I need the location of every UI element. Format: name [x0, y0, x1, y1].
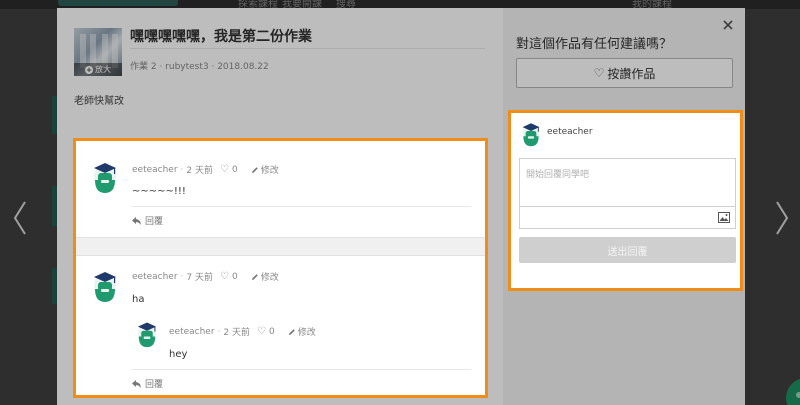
- reply-arrow-icon: [132, 216, 141, 225]
- work-description: 老師快幫改: [74, 96, 124, 107]
- comment-item: eeteacher · 2 天前 ♡ 0 修改 ~~~~~!!! 回覆: [76, 141, 485, 237]
- header-divider: [130, 48, 485, 49]
- like-heart-icon[interactable]: ♡: [257, 326, 266, 337]
- zoom-plus-icon: +: [85, 65, 93, 74]
- work-meta: 作業 2 · rubytest3 · 2018.08.22: [130, 62, 269, 72]
- reply-arrow-icon: [132, 379, 141, 388]
- close-icon[interactable]: [721, 17, 735, 31]
- comments-section: eeteacher · 2 天前 ♡ 0 修改 ~~~~~!!! 回覆 eete…: [73, 138, 488, 398]
- work-modal: + 放大 嘿嘿嘿嘿嘿，我是第二份作業 作業 2 · rubytest3 · 20…: [57, 8, 745, 405]
- comment-author: eeteacher: [132, 164, 178, 175]
- comment-time: 2 天前: [223, 328, 251, 338]
- work-title: 嘿嘿嘿嘿嘿，我是第二份作業: [130, 29, 312, 45]
- heart-outline-icon: ♡: [593, 66, 605, 80]
- suggestion-pane: 對這個作品有任何建議嗎？ ♡ 按讚作品 eeteacher 開始回覆同學吧 送出…: [503, 8, 745, 405]
- like-work-button[interactable]: ♡ 按讚作品: [516, 58, 733, 88]
- like-work-label: 按讚作品: [607, 66, 656, 81]
- comment-item: eeteacher · 7 天前 ♡ 0 修改 ha eeteacher · 2…: [76, 256, 485, 395]
- edit-label: 修改: [260, 166, 279, 176]
- comment-meta: eeteacher · 2 天前 ♡ 0 修改: [132, 163, 279, 176]
- comment-like-count: 0: [231, 164, 238, 175]
- next-arrow-icon[interactable]: [770, 198, 794, 238]
- zoom-button[interactable]: + 放大: [74, 63, 122, 76]
- edit-label: 修改: [260, 273, 279, 283]
- teacher-avatar-icon: [521, 121, 541, 147]
- pencil-icon: [251, 166, 258, 173]
- comment-separator: [76, 237, 485, 256]
- comment-body: ~~~~~!!!: [132, 186, 186, 197]
- image-upload-icon[interactable]: [718, 212, 730, 223]
- reply-input[interactable]: [519, 158, 736, 206]
- pencil-icon: [288, 328, 295, 335]
- comment-time: 2 天前: [186, 166, 214, 176]
- work-detail-pane: + 放大 嘿嘿嘿嘿嘿，我是第二份作業 作業 2 · rubytest3 · 20…: [57, 8, 503, 405]
- suggestion-heading: 對這個作品有任何建議嗎？: [516, 37, 673, 52]
- reply-label: 回覆: [145, 380, 164, 390]
- submit-reply-button[interactable]: 送出回覆: [519, 237, 736, 263]
- comment-divider: [132, 369, 471, 370]
- comment-author: eeteacher: [169, 326, 215, 337]
- comment-time: 7 天前: [186, 273, 214, 283]
- reply-label: 回覆: [145, 217, 164, 227]
- nested-reply-body: hey: [169, 349, 188, 360]
- nested-reply-meta: eeteacher · 2 天前 ♡ 0 修改: [169, 325, 316, 338]
- background-chat-avatar: [786, 378, 800, 405]
- like-heart-icon[interactable]: ♡: [220, 271, 229, 282]
- reply-form: eeteacher 送出回覆: [508, 110, 743, 291]
- comment-body: ha: [132, 294, 145, 305]
- teacher-avatar-icon: [92, 269, 118, 303]
- pencil-icon: [251, 273, 258, 280]
- previous-arrow-icon[interactable]: [8, 198, 32, 238]
- work-thumbnail[interactable]: + 放大: [74, 28, 122, 76]
- background-logo: [58, 0, 178, 6]
- comment-like-count: 0: [268, 326, 275, 337]
- teacher-avatar-icon: [92, 160, 118, 194]
- comment-author: eeteacher: [132, 271, 178, 282]
- edit-button[interactable]: 修改: [288, 325, 316, 338]
- reply-button[interactable]: 回覆: [132, 214, 163, 227]
- edit-button[interactable]: 修改: [251, 270, 279, 283]
- edit-button[interactable]: 修改: [251, 163, 279, 176]
- current-user-name: eeteacher: [547, 127, 593, 137]
- comment-like-count: 0: [231, 271, 238, 282]
- zoom-label: 放大: [95, 65, 111, 74]
- edit-label: 修改: [297, 328, 316, 338]
- reply-button[interactable]: 回覆: [132, 377, 163, 390]
- teacher-avatar-icon: [136, 320, 158, 348]
- reply-toolbar: [519, 206, 736, 229]
- comment-divider: [132, 206, 471, 207]
- like-heart-icon[interactable]: ♡: [220, 164, 229, 175]
- comment-meta: eeteacher · 7 天前 ♡ 0 修改: [132, 270, 279, 283]
